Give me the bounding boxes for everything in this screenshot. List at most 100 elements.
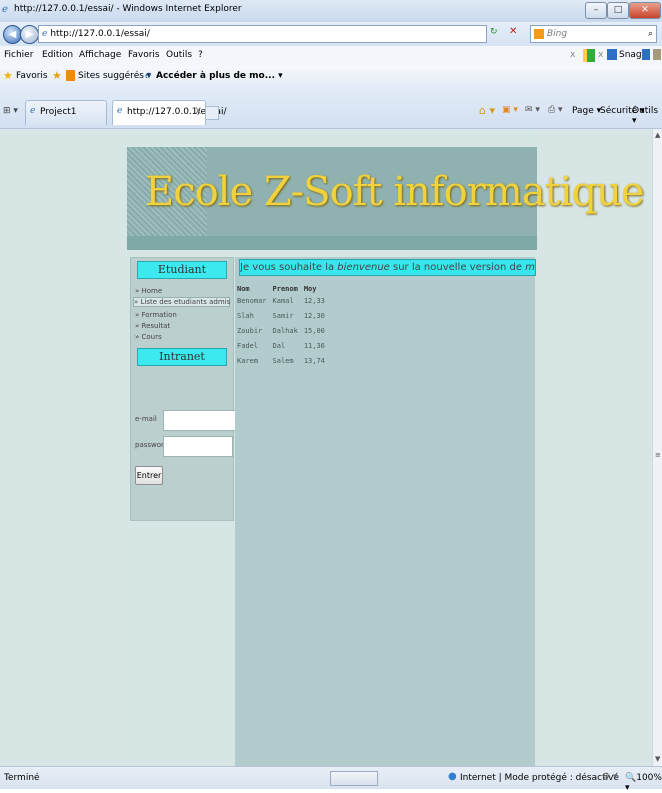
cell-prenom: Dalhak	[272, 327, 298, 335]
favorites-bar: ★ Favoris ★ Sites suggérés ▾ ℯ Accéder à…	[0, 66, 662, 87]
favoris-button[interactable]: Favoris	[16, 71, 48, 81]
tab-page-icon: ℯ	[30, 106, 36, 116]
tab-project1[interactable]: ℯ Project1	[25, 100, 107, 125]
zoom-level[interactable]: 🔍100% ▾	[625, 773, 662, 793]
search-icon[interactable]: ⌕	[648, 26, 653, 42]
menu-edition[interactable]: Edition	[42, 50, 73, 60]
nav-resultat[interactable]: » Resultat	[135, 322, 170, 330]
forward-button[interactable]: ▶	[20, 25, 39, 44]
scroll-grip-icon[interactable]: ≡	[655, 451, 661, 459]
enter-button[interactable]: Entrer	[135, 466, 163, 485]
table-header: Nom Prenom Moy	[237, 285, 331, 297]
table-row: Slah Samir 12,30	[237, 312, 331, 327]
menu-fichier[interactable]: Fichier	[4, 50, 33, 60]
snagit-icon	[607, 49, 617, 60]
signal-icon	[583, 49, 595, 62]
minimize-button[interactable]: –	[585, 2, 607, 19]
add-favorite-icon[interactable]: ★	[52, 69, 62, 82]
cell-moy: 11,36	[303, 342, 325, 350]
close-snagit-icon[interactable]: x	[598, 50, 603, 60]
window-title: http://127.0.0.1/essai/ - Windows Intern…	[14, 4, 242, 14]
col-moy: Moy	[303, 285, 317, 293]
menu-favoris[interactable]: Favoris	[128, 50, 160, 60]
cell-nom: Zoubir	[237, 327, 263, 335]
cell-prenom: Salem	[272, 357, 294, 365]
cell-nom: Fadel	[237, 342, 259, 350]
tab-close-icon[interactable]: X	[195, 107, 201, 117]
menu-bar: Fichier Edition Affichage Favoris Outils…	[0, 46, 662, 67]
bing-icon	[534, 28, 544, 39]
print-icon[interactable]: ⎙ ▾	[548, 105, 563, 115]
col-prenom: Prenom	[272, 285, 298, 293]
cell-prenom: Kamal	[272, 297, 294, 305]
tab-label: Project1	[40, 107, 77, 117]
tab-essai[interactable]: ℯ http://127.0.0.1/essai/ X	[112, 100, 227, 125]
clip-icon[interactable]	[653, 49, 661, 60]
cell-nom: Benomar	[237, 297, 267, 305]
nav-cours[interactable]: » Cours	[135, 333, 162, 341]
menu-affichage[interactable]: Affichage	[79, 50, 121, 60]
section-etudiant: Etudiant	[137, 261, 227, 279]
cell-nom: Karem	[237, 357, 259, 365]
page-icon: ℯ	[42, 29, 48, 39]
address-field[interactable]: ℯ http://127.0.0.1/essai/	[38, 25, 487, 43]
suggested-sites-icon	[66, 70, 75, 81]
zone-status: Internet | Mode protégé : désactivé	[460, 773, 619, 783]
search-input[interactable]: Bing ⌕	[530, 25, 657, 43]
zone-settings-icon[interactable]: ⚙ ▾	[602, 772, 617, 782]
password-field[interactable]	[163, 436, 233, 457]
col-nom: Nom	[237, 285, 250, 293]
table-row: Karem Salem 13,74	[237, 357, 331, 372]
section-intranet: Intranet	[137, 348, 227, 366]
more-addons-link[interactable]: Accéder à plus de mo... ▾	[156, 71, 283, 81]
ie-logo-icon: ℯ	[2, 4, 8, 15]
menu-help[interactable]: ?	[198, 50, 203, 60]
cell-prenom: Dal	[272, 342, 286, 350]
status-text: Terminé	[4, 773, 40, 783]
feeds-icon[interactable]: ▣ ▾	[502, 105, 518, 115]
cell-prenom: Samir	[272, 312, 294, 320]
cell-moy: 15,00	[303, 327, 325, 335]
tab-bar: ⊞ ▾ ℯ Project1 ℯ http://127.0.0.1/essai/…	[0, 86, 662, 129]
tools-menu[interactable]: Outils ▾	[632, 106, 662, 126]
suggested-sites-link[interactable]: Sites suggérés ▾	[78, 71, 151, 81]
close-window-button[interactable]: ✕	[629, 2, 661, 19]
page-container: Ecole Z-Soft informatique Etudiant » Hom…	[127, 129, 644, 766]
welcome-banner: Je vous souhaite la bienvenue sur la nou…	[239, 259, 536, 276]
page-menu[interactable]: Page ▾	[572, 106, 601, 116]
email-field[interactable]	[163, 410, 237, 431]
progress-bar	[330, 771, 378, 786]
close-toolbar-icon[interactable]: x	[570, 50, 575, 60]
home-icon[interactable]: ⌂ ▾	[479, 104, 495, 117]
table-row: Benomar Kamal 12,33	[237, 297, 331, 312]
status-bar: Terminé ● Internet | Mode protégé : désa…	[0, 766, 662, 793]
quick-tabs-icon[interactable]: ⊞ ▾	[3, 106, 18, 116]
email-label: e-mail	[135, 415, 157, 423]
cell-nom: Slah	[237, 312, 254, 320]
stop-icon[interactable]: ✕	[509, 26, 517, 37]
page-viewport: Ecole Z-Soft informatique Etudiant » Hom…	[0, 129, 652, 766]
cell-moy: 12,30	[303, 312, 325, 320]
students-table: Nom Prenom Moy Benomar Kamal 12,33 Slah Sam…	[237, 285, 331, 372]
scroll-up-icon[interactable]: ▲	[655, 131, 660, 139]
vertical-scrollbar[interactable]: ▲ ≡ ▼	[652, 129, 662, 766]
new-tab-button[interactable]	[205, 106, 219, 120]
refresh-icon[interactable]: ↻	[490, 27, 498, 37]
maximize-button[interactable]: □	[607, 2, 629, 19]
tab-page-icon: ℯ	[117, 106, 123, 116]
nav-formation[interactable]: » Formation	[135, 311, 177, 319]
address-row: ◀ ▶ ℯ http://127.0.0.1/essai/ ↻ ✕ Bing ⌕	[0, 22, 662, 47]
window-title-bar: ℯ http://127.0.0.1/essai/ - Windows Inte…	[0, 0, 662, 23]
scroll-down-icon[interactable]: ▼	[655, 755, 660, 763]
capture-icon[interactable]	[642, 49, 650, 60]
nav-liste-admis[interactable]: » Liste des etudiants admis	[133, 297, 230, 307]
ie-link-icon: ℯ	[145, 70, 151, 81]
internet-zone-icon: ●	[448, 771, 457, 782]
favorites-star-icon: ★	[3, 69, 13, 82]
address-url: http://127.0.0.1/essai/	[50, 29, 150, 39]
nav-home[interactable]: » Home	[135, 287, 162, 295]
header-strip	[127, 236, 537, 250]
menu-outils[interactable]: Outils	[166, 50, 192, 60]
cell-moy: 13,74	[303, 357, 325, 365]
mail-icon[interactable]: ✉ ▾	[525, 105, 540, 115]
